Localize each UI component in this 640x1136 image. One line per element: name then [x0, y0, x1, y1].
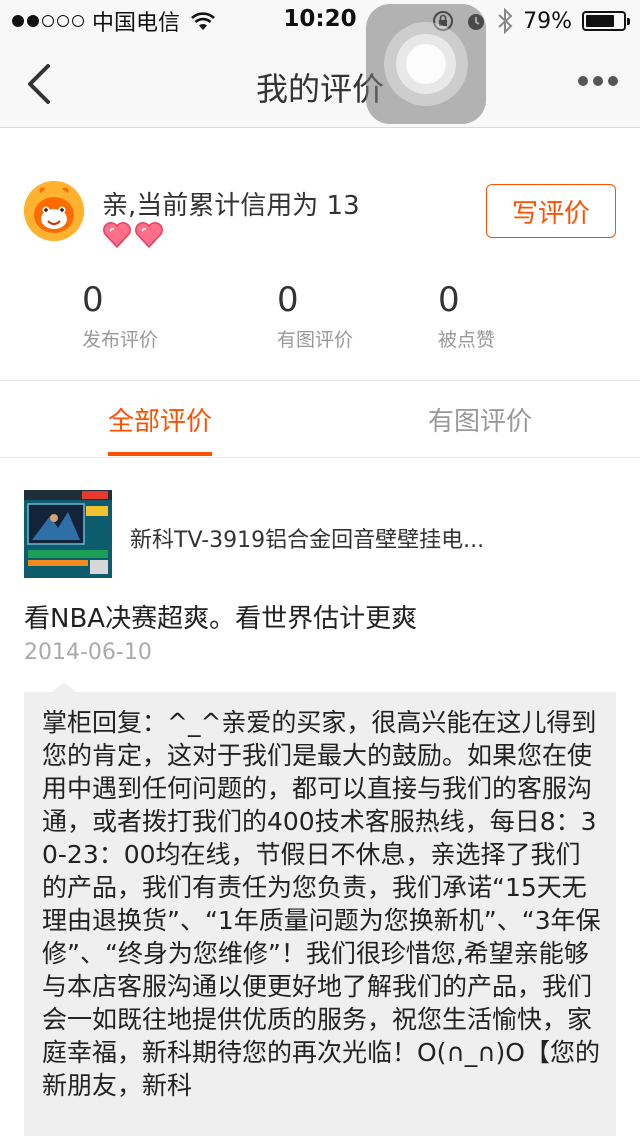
reply-pointer	[52, 682, 76, 692]
taobao-mascot-icon	[24, 181, 84, 241]
profile-section: 亲,当前累计信用为 13 写评价 0 发布评价 0 有图评价 0 被点赞	[0, 129, 640, 381]
stat-published[interactable]: 0 发布评价	[82, 281, 158, 352]
battery-level	[586, 15, 615, 27]
product-name[interactable]: 新科TV-3919铝合金回音壁壁挂电...	[130, 522, 484, 554]
battery-icon	[582, 11, 630, 31]
stat-liked[interactable]: 0 被点赞	[438, 281, 495, 352]
review-item: 新科TV-3919铝合金回音壁壁挂电... 看NBA决赛超爽。看世界估计更爽 2…	[0, 458, 640, 1136]
stat-value: 0	[438, 280, 460, 320]
review-content: 看NBA决赛超爽。看世界估计更爽	[24, 604, 418, 634]
review-date: 2014-06-10	[24, 640, 152, 665]
review-tabs: 全部评价 有图评价	[0, 381, 640, 458]
active-tab-indicator	[108, 452, 212, 456]
avatar[interactable]	[24, 181, 84, 241]
stat-label: 发布评价	[82, 329, 159, 351]
status-bar: 中国电信 10:20 79%	[0, 0, 640, 40]
more-dot	[593, 76, 603, 86]
navigation-bar: 我的评价	[0, 40, 640, 128]
tab-picture-reviews[interactable]: 有图评价	[320, 381, 640, 458]
more-dot	[608, 76, 618, 86]
seller-reply-text: 掌柜回复：^_^亲爱的买家，很高兴能在这儿得到您的肯定，这对于我们是最大的鼓励。…	[42, 708, 601, 1100]
stat-with-pictures[interactable]: 0 有图评价	[277, 281, 353, 352]
heart-icon	[135, 222, 163, 249]
stat-value: 0	[277, 280, 299, 320]
heart-icon	[103, 222, 131, 249]
credit-text: 亲,当前累计信用为 13	[102, 191, 360, 221]
more-dot	[578, 76, 588, 86]
assistive-ring	[406, 44, 446, 84]
write-review-button[interactable]: 写评价	[486, 184, 616, 238]
product-image	[24, 490, 112, 578]
bluetooth-icon	[498, 8, 513, 34]
stat-value: 0	[82, 280, 104, 320]
credit-hearts	[102, 221, 164, 249]
assistive-touch-button[interactable]	[366, 4, 486, 124]
page-title: 我的评价	[255, 70, 384, 108]
stat-label: 有图评价	[277, 329, 354, 351]
stat-label: 被点赞	[438, 329, 496, 351]
more-dots-icon[interactable]	[578, 76, 618, 86]
battery-percent: 79%	[523, 8, 572, 34]
seller-reply: 掌柜回复：^_^亲爱的买家，很高兴能在这儿得到您的肯定，这对于我们是最大的鼓励。…	[24, 692, 616, 1136]
tab-all-reviews[interactable]: 全部评价	[0, 381, 320, 458]
product-thumbnail[interactable]	[24, 490, 112, 578]
